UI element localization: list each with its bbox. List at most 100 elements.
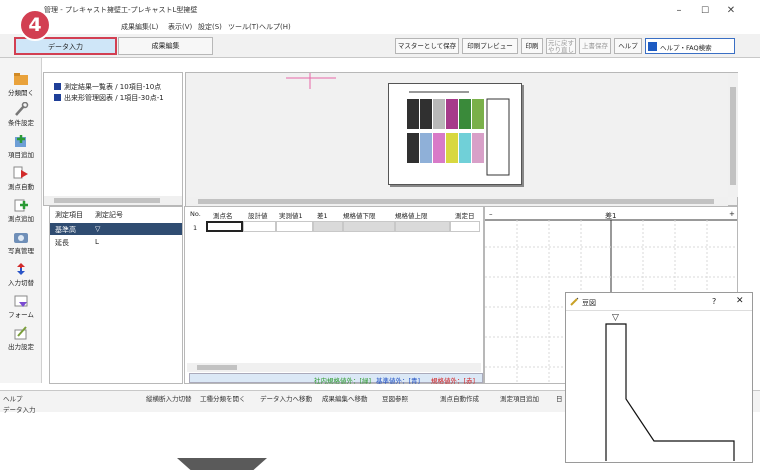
- tool-condition-settings[interactable]: 条件設定: [1, 102, 41, 130]
- fkey-open-work-type[interactable]: 工種分類を開く: [200, 393, 246, 403]
- measure-date-cell[interactable]: [450, 221, 480, 232]
- undo-redo-button[interactable]: 元に戻す やり直し: [546, 38, 576, 54]
- tree-item-results-list[interactable]: 測定結果一覧表 / 10項目-10点: [54, 82, 161, 92]
- tool-label: 測点追加: [8, 215, 34, 223]
- auto-point-icon: [13, 166, 28, 179]
- camera-icon: [14, 233, 28, 243]
- tool-label: 項目追加: [8, 151, 34, 159]
- item-name: 延長: [55, 239, 69, 247]
- diff-cell: [313, 221, 343, 232]
- maximize-button[interactable]: ☐: [694, 3, 716, 19]
- pencil-icon: [570, 297, 579, 306]
- help-button[interactable]: ヘルプ: [614, 38, 642, 54]
- item-symbol: L: [95, 238, 99, 246]
- fkey-goto-results-edit[interactable]: 成果編集へ移動: [322, 393, 368, 403]
- add-item-icon: [15, 135, 26, 147]
- tool-label: 出力設定: [8, 343, 34, 351]
- folder-icon: [14, 73, 28, 85]
- design-value-cell[interactable]: [243, 221, 276, 232]
- add-point-icon: [14, 199, 28, 212]
- save-as-master-button[interactable]: マスターとして保存: [395, 38, 459, 54]
- tool-input-switch[interactable]: 入力切替: [1, 262, 41, 290]
- grid-horizontal-scrollbar[interactable]: [187, 363, 481, 372]
- list-item[interactable]: 延長 L: [50, 236, 182, 248]
- tolerance-legend: 社内規格値外：[緑] 基準値外：[青] 規格値外：[赤]: [189, 373, 483, 385]
- tool-form[interactable]: フォーム: [1, 294, 41, 322]
- window-title: 管理 - プレキャスト擁壁工-プレキャストL型擁壁: [44, 6, 198, 14]
- preview-horizontal-scrollbar[interactable]: [186, 197, 728, 206]
- fkey-cross-section-switch[interactable]: 縦横断入力切替: [146, 393, 192, 403]
- table-icon: [54, 94, 61, 101]
- upper-limit-cell: [395, 221, 450, 232]
- tab-results-edit[interactable]: 成果編集: [118, 37, 213, 55]
- close-button[interactable]: ✕: [720, 3, 742, 19]
- col-header-design-value: 設計値: [248, 212, 268, 220]
- list-item[interactable]: 基準高 ▽: [50, 223, 182, 235]
- menu-help[interactable]: ヘルプ(H): [259, 22, 291, 32]
- tool-open-category[interactable]: 分類開く: [1, 72, 41, 100]
- help-search-icon: [648, 42, 657, 51]
- menu-settings[interactable]: 設定(S): [198, 22, 222, 32]
- fkey-sketch-reference[interactable]: 豆図参照: [382, 393, 408, 403]
- tool-add-point[interactable]: 測点追加: [1, 198, 41, 226]
- status-mode: データ入力: [3, 406, 36, 414]
- menu-tools[interactable]: ツール(T): [228, 22, 259, 32]
- row-number: 1: [193, 224, 198, 232]
- tool-label: 入力切替: [8, 279, 34, 287]
- tree-item-label: 測定結果一覧表 / 10項目-10点: [64, 83, 162, 91]
- station-cell[interactable]: [206, 221, 243, 232]
- scrollbar-thumb[interactable]: [730, 87, 736, 185]
- fkey-date[interactable]: 日: [556, 393, 563, 403]
- scrollbar-thumb[interactable]: [54, 198, 160, 203]
- tool-output-settings[interactable]: 出力設定: [1, 326, 41, 354]
- dialog-help-button[interactable]: ?: [712, 297, 716, 306]
- menu-results-edit[interactable]: 成果編集(L): [121, 22, 158, 32]
- header-measure-item: 測定項目: [55, 211, 83, 219]
- tool-photo-management[interactable]: 写真管理: [1, 230, 41, 258]
- measured-value-cell[interactable]: [276, 221, 313, 232]
- tree-horizontal-scrollbar[interactable]: [44, 196, 182, 205]
- l-wall-sketch: [605, 323, 735, 461]
- menu-bar: 成果編集(L) 表示(V) 設定(S) ツール(T) ヘルプ(H): [0, 20, 760, 34]
- fkey-add-measure-item[interactable]: 測定項目追加: [500, 393, 539, 403]
- tool-label: 分類開く: [8, 89, 34, 97]
- col-header-lower-limit: 規格値下限: [343, 212, 376, 220]
- dialog-close-button[interactable]: ✕: [736, 296, 744, 306]
- measurement-items-panel: 測定項目 測定記号 基準高 ▽ 延長 L: [49, 206, 183, 384]
- header-measure-symbol: 測定記号: [95, 211, 123, 219]
- col-header-measure-date: 測定日: [455, 212, 475, 220]
- switch-icon: [17, 263, 25, 275]
- tool-label: フォーム: [8, 311, 34, 319]
- form-tree-panel: 測定結果一覧表 / 10項目-10点 出来形管理図表 / 1項目-30点-1: [43, 72, 183, 206]
- legend-spec: 規格値外：[赤]: [431, 377, 476, 385]
- form-page-thumbnail[interactable]: [388, 83, 522, 185]
- ribbon: データ入力 成果編集 マスターとして保存 印刷プレビュー 印刷 元に戻す やり直…: [0, 34, 760, 58]
- fkey-help[interactable]: ヘルプ: [3, 393, 23, 403]
- fkey-auto-create-points[interactable]: 測点自動作成: [440, 393, 479, 403]
- col-header-upper-limit: 規格値上限: [395, 212, 428, 220]
- items-header: 測定項目 測定記号: [50, 207, 182, 219]
- dialog-title-bar[interactable]: 豆図 ? ✕: [566, 293, 752, 311]
- print-preview-button[interactable]: 印刷プレビュー: [462, 38, 518, 54]
- tool-auto-point[interactable]: 測点自動: [1, 166, 41, 194]
- step-number-badge: 4: [19, 9, 51, 41]
- print-button[interactable]: 印刷: [521, 38, 543, 54]
- scrollbar-thumb[interactable]: [197, 365, 237, 370]
- col-header-measured-1: 実測値1: [279, 212, 303, 220]
- fkey-goto-data-input[interactable]: データ入力へ移動: [260, 393, 312, 403]
- legend-internal: 社内規格値外：[緑]: [314, 377, 372, 385]
- item-symbol: ▽: [95, 225, 101, 233]
- menu-view[interactable]: 表示(V): [168, 22, 192, 32]
- overwrite-save-button[interactable]: 上書保存: [579, 38, 611, 54]
- scrollbar-thumb[interactable]: [198, 199, 714, 204]
- tool-add-item[interactable]: 項目追加: [1, 134, 41, 162]
- wrench-icon: [15, 102, 29, 116]
- col-header-no: No.: [190, 210, 201, 218]
- title-bar: 管理 - プレキャスト擁壁工-プレキャストL型擁壁 – ☐ ✕: [0, 0, 760, 22]
- preview-vertical-scrollbar[interactable]: [728, 73, 738, 197]
- minimize-button[interactable]: –: [668, 3, 690, 19]
- table-icon: [54, 83, 61, 90]
- tree-item-control-chart[interactable]: 出来形管理図表 / 1項目-30点-1: [54, 93, 164, 103]
- dialog-title: 豆図: [582, 299, 596, 307]
- help-faq-search-button[interactable]: ヘルプ・FAQ検索: [645, 38, 735, 54]
